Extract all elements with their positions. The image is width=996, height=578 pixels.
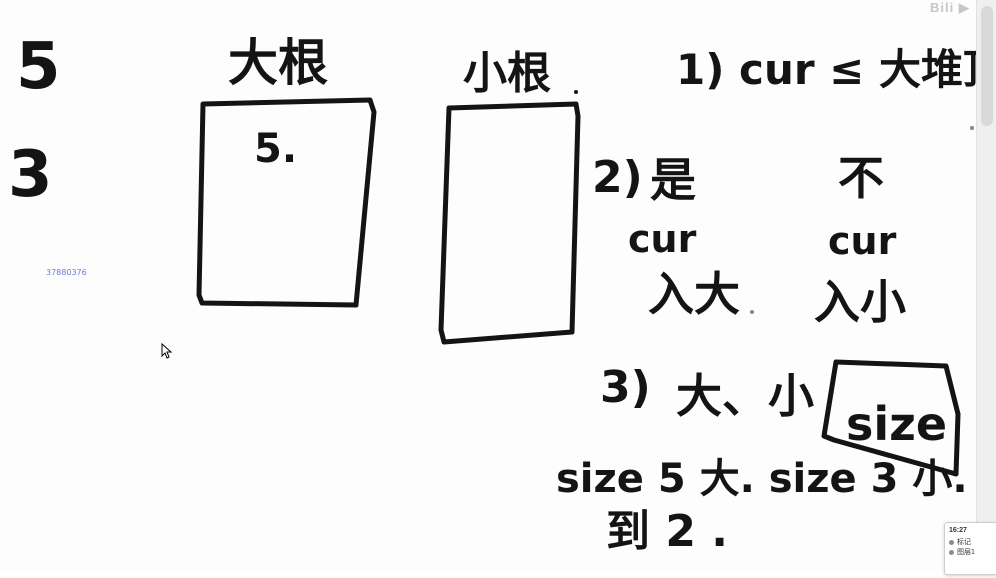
layer-icon[interactable] xyxy=(949,549,954,555)
ink-dot xyxy=(970,126,974,130)
rule-2-no-action: 入小 xyxy=(814,275,906,329)
mouse-cursor-icon xyxy=(161,343,173,359)
rule-2-marker: 2) xyxy=(592,152,643,203)
eye-icon[interactable] xyxy=(949,539,954,545)
rule-3-text: 大、小 xyxy=(676,369,814,423)
rule-3-marker: 3) xyxy=(600,362,651,413)
big-heap-content: 5. xyxy=(254,126,297,172)
whiteboard-canvas[interactable]: 5 3 大根 5. 小根 1) cur ≤ 大堆顶 2) 是 不 cur cur… xyxy=(0,0,996,573)
mini-panel-row-1[interactable]: 标记 xyxy=(949,537,971,547)
bottom-line-2: 到 2 . xyxy=(606,506,728,557)
ink-dot xyxy=(750,310,754,314)
small-heap-label: 小根 xyxy=(463,48,551,99)
rule-2-no: 不 xyxy=(838,151,884,205)
rule-3-boxed-size: size xyxy=(846,397,947,451)
rule-1: 1) cur ≤ 大堆顶 xyxy=(676,45,976,94)
left-number-3: 3 xyxy=(8,138,53,212)
rule-2-no-cur: cur xyxy=(828,219,897,263)
rule-2-yes-action: 入大 xyxy=(648,267,740,321)
layer-mini-panel[interactable]: 16:27 标记 图层1 xyxy=(944,522,996,575)
small-id-label: 37880376 xyxy=(46,268,87,277)
mini-panel-row-2-label: 图层1 xyxy=(957,549,975,556)
bottom-line-1: size 5 大. size 3 小. xyxy=(556,456,968,502)
ink-dot xyxy=(574,90,578,94)
scrollbar-thumb[interactable] xyxy=(981,6,993,126)
left-number-5: 5 xyxy=(16,30,61,104)
small-heap-box xyxy=(438,101,581,345)
mini-panel-title: 16:27 xyxy=(949,527,967,534)
rule-2-yes-cur: cur xyxy=(628,217,697,261)
vertical-scrollbar[interactable] xyxy=(976,0,996,573)
whiteboard-drawing: 5 3 大根 5. 小根 1) cur ≤ 大堆顶 2) 是 不 cur cur… xyxy=(8,30,996,557)
big-heap-label: 大根 xyxy=(228,34,328,92)
mini-panel-row-2[interactable]: 图层1 xyxy=(949,547,975,557)
mini-panel-row-1-label: 标记 xyxy=(957,539,971,546)
rule-2-yes: 是 xyxy=(650,153,696,207)
